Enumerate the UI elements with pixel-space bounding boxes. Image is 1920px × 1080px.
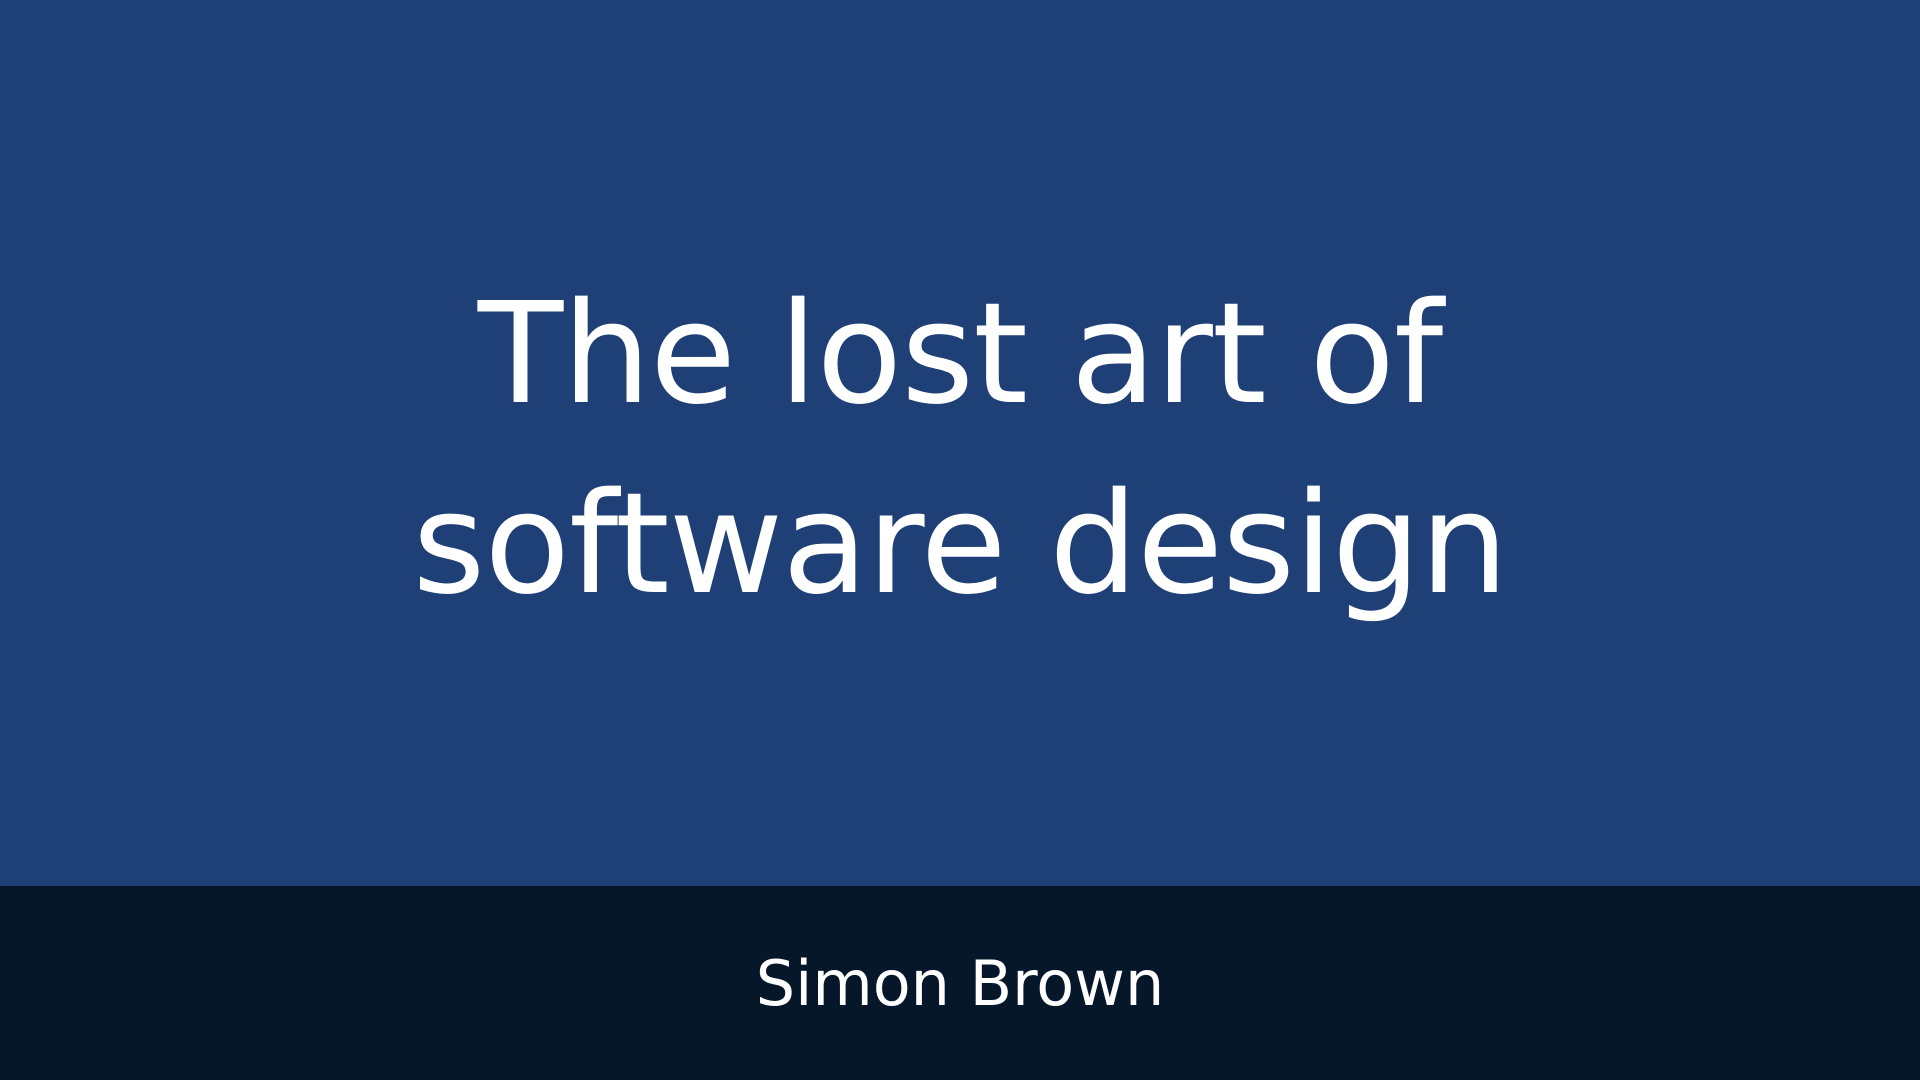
footer-bar: Simon Brown xyxy=(0,886,1920,1080)
title-panel: The lost art of software design xyxy=(0,0,1920,886)
author-name: Simon Brown xyxy=(755,947,1165,1020)
title-slide: The lost art of software design Simon Br… xyxy=(0,0,1920,1080)
slide-title: The lost art of software design xyxy=(412,273,1508,626)
